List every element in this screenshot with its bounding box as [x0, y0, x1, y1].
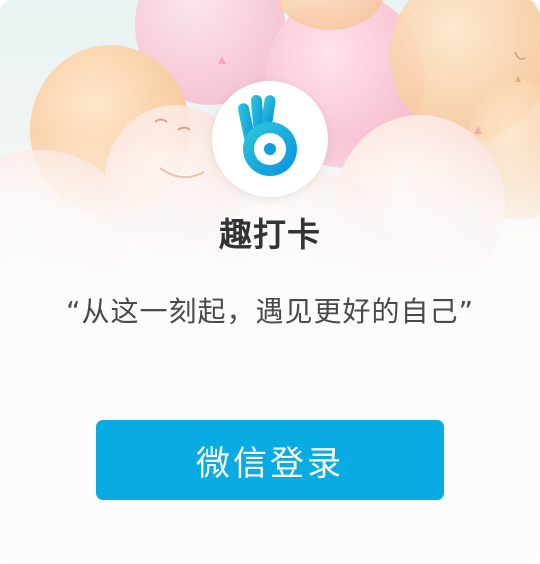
- ok-hand-eye-icon: [237, 95, 297, 176]
- wechat-login-button[interactable]: 微信登录: [96, 420, 444, 500]
- app-name: 趣打卡: [219, 215, 321, 254]
- app-logo: [212, 81, 328, 197]
- app-slogan: “从这一刻起，遇见更好的自己”: [65, 295, 474, 328]
- login-card: 趣打卡 “从这一刻起，遇见更好的自己” 微信登录: [0, 0, 540, 564]
